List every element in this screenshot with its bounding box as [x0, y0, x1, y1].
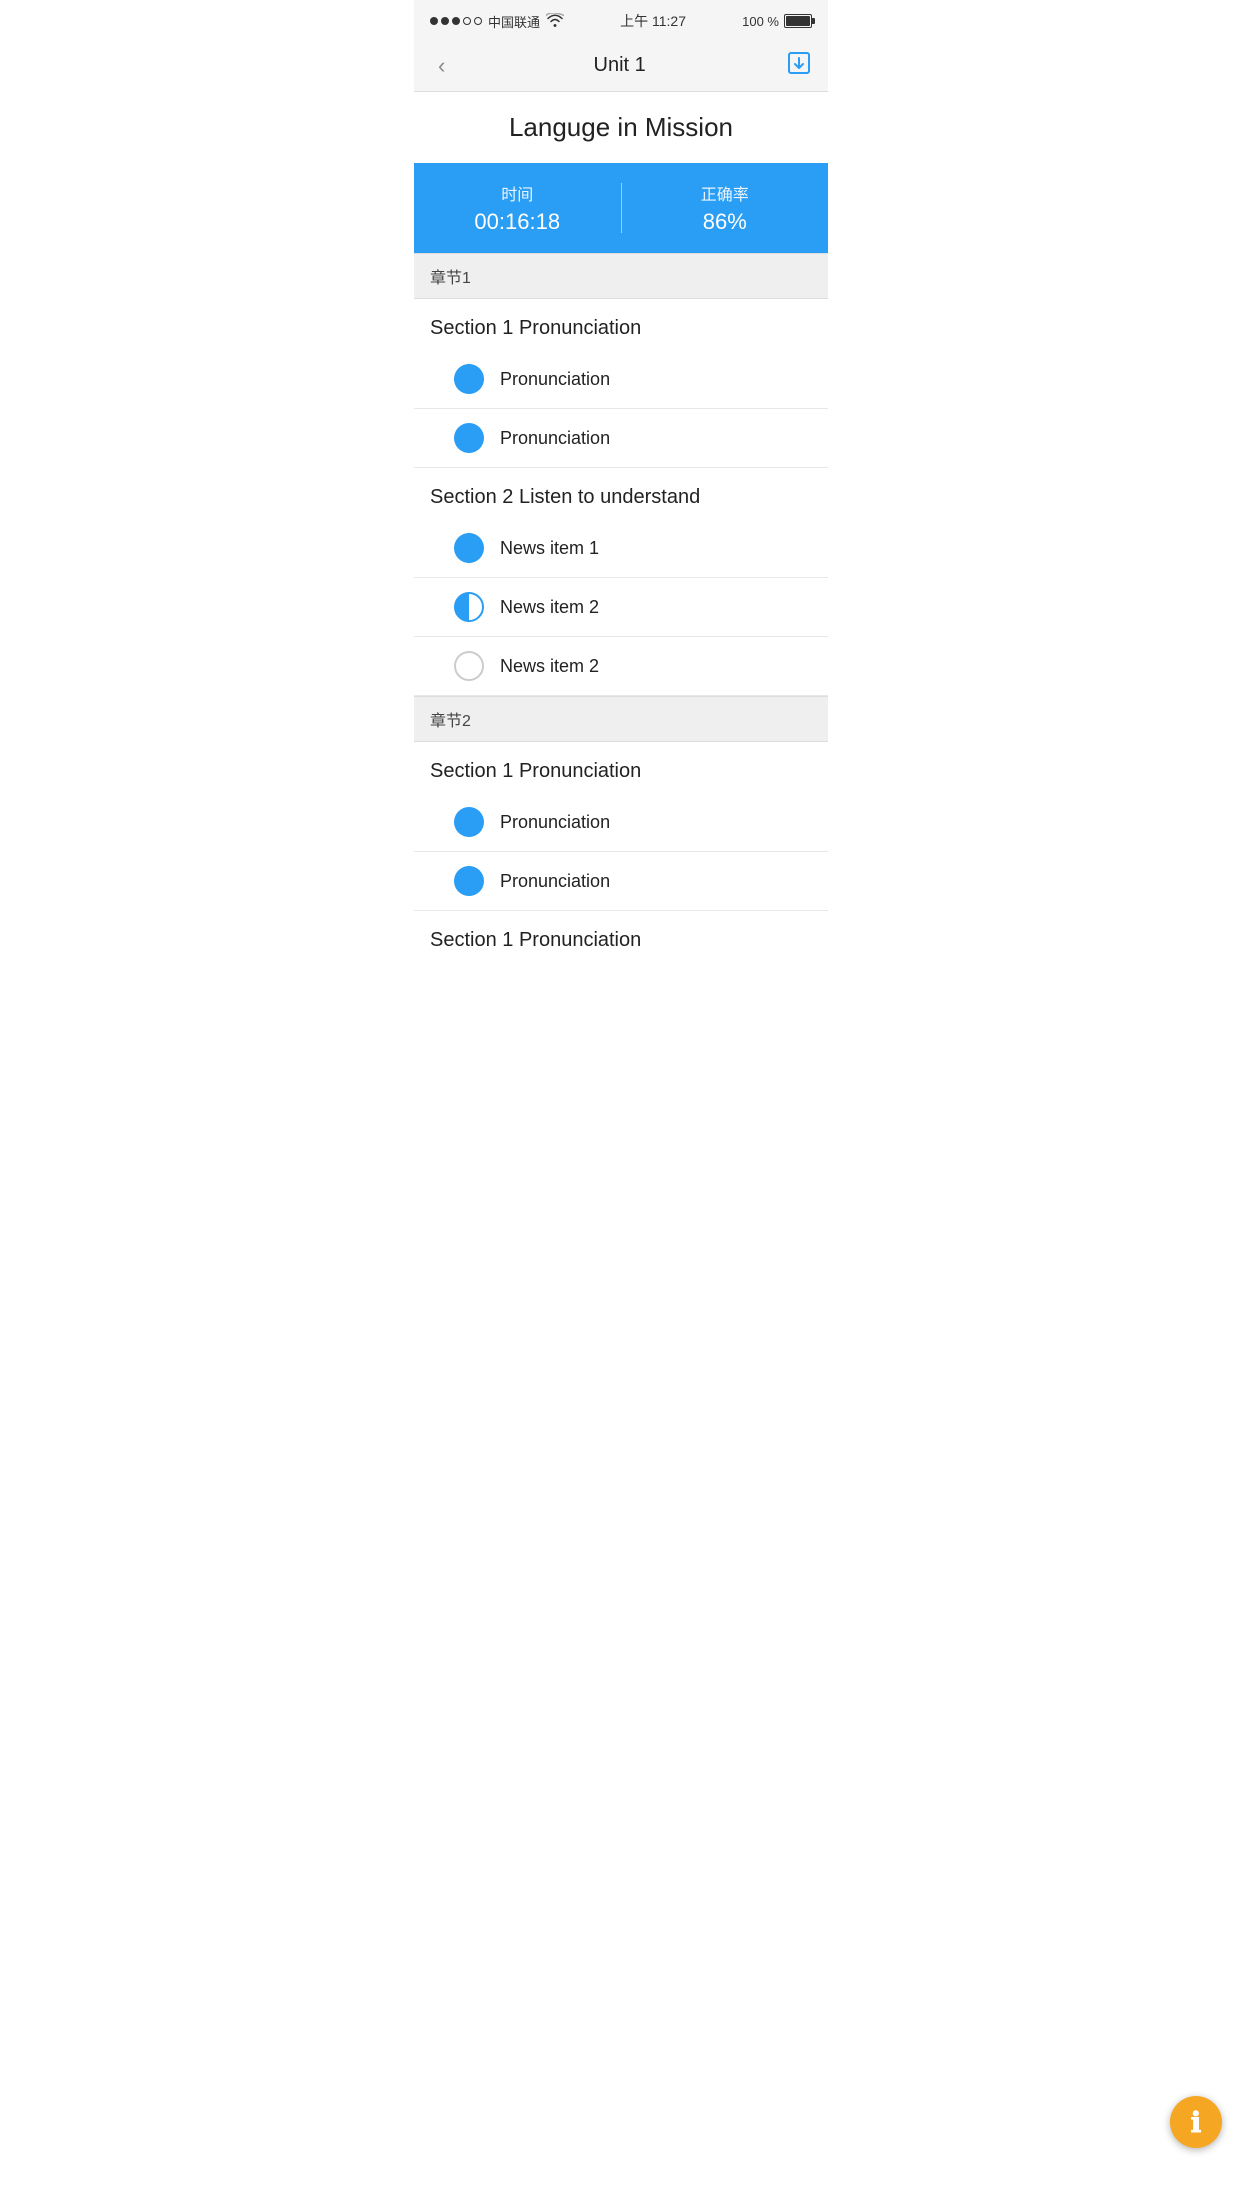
- time-value: 00:16:18: [474, 209, 560, 235]
- nav-title: Unit 1: [594, 54, 646, 77]
- item-label: News item 2: [500, 656, 599, 677]
- status-time: 上午 11:27: [620, 11, 686, 31]
- info-button[interactable]: ℹ: [1170, 2096, 1222, 2148]
- back-button[interactable]: ‹: [430, 49, 453, 83]
- progress-icon-half: [454, 592, 484, 622]
- status-left: 中国联通: [430, 12, 564, 31]
- section-title-1-2: Section 2 Listen to understand: [414, 468, 828, 519]
- list-item[interactable]: Pronunciation: [414, 793, 828, 852]
- list-item[interactable]: News item 2: [414, 637, 828, 696]
- content-area: 章节1Section 1 PronunciationPronunciationP…: [414, 253, 828, 962]
- carrier-label: 中国联通: [488, 12, 540, 31]
- time-label: 时间: [501, 181, 533, 205]
- status-right: 100 %: [742, 14, 812, 29]
- section-title-2-1: Section 1 Pronunciation: [414, 742, 828, 793]
- signal-dot-3: [452, 17, 460, 25]
- info-icon: ℹ: [1191, 2106, 1202, 2139]
- signal-dot-1: [430, 17, 438, 25]
- wifi-icon: [546, 13, 564, 30]
- item-label: Pronunciation: [500, 369, 610, 390]
- list-item[interactable]: Pronunciation: [414, 852, 828, 911]
- progress-icon-full: [454, 533, 484, 563]
- signal-dot-5: [474, 17, 482, 25]
- download-button[interactable]: [786, 50, 812, 81]
- list-item[interactable]: Pronunciation: [414, 350, 828, 409]
- item-label: Pronunciation: [500, 812, 610, 833]
- stats-banner: 时间 00:16:18 正确率 86%: [414, 163, 828, 253]
- section-title-1-1: Section 1 Pronunciation: [414, 299, 828, 350]
- item-label: News item 2: [500, 597, 599, 618]
- signal-dot-2: [441, 17, 449, 25]
- battery-icon: [784, 14, 812, 28]
- nav-bar: ‹ Unit 1: [414, 40, 828, 92]
- signal-dots: [430, 17, 482, 25]
- chapter-header-2: 章节2: [414, 696, 828, 742]
- list-item[interactable]: News item 1: [414, 519, 828, 578]
- progress-icon-full: [454, 423, 484, 453]
- progress-icon-full: [454, 866, 484, 896]
- progress-icon-empty: [454, 651, 484, 681]
- item-label: News item 1: [500, 538, 599, 559]
- time-stat: 时间 00:16:18: [414, 181, 621, 235]
- signal-dot-4: [463, 17, 471, 25]
- list-item[interactable]: Pronunciation: [414, 409, 828, 468]
- list-item[interactable]: News item 2: [414, 578, 828, 637]
- progress-icon-full: [454, 807, 484, 837]
- progress-icon-full: [454, 364, 484, 394]
- battery-percentage: 100 %: [742, 14, 779, 29]
- accuracy-stat: 正确率 86%: [622, 181, 829, 235]
- item-label: Pronunciation: [500, 871, 610, 892]
- chapter-header-1: 章节1: [414, 253, 828, 299]
- status-bar: 中国联通 上午 11:27 100 %: [414, 0, 828, 40]
- accuracy-value: 86%: [703, 209, 747, 235]
- accuracy-label: 正确率: [701, 181, 749, 205]
- battery-fill: [786, 16, 810, 26]
- item-label: Pronunciation: [500, 428, 610, 449]
- section-title-2-2: Section 1 Pronunciation: [414, 911, 828, 962]
- page-title: Languge in Mission: [414, 92, 828, 163]
